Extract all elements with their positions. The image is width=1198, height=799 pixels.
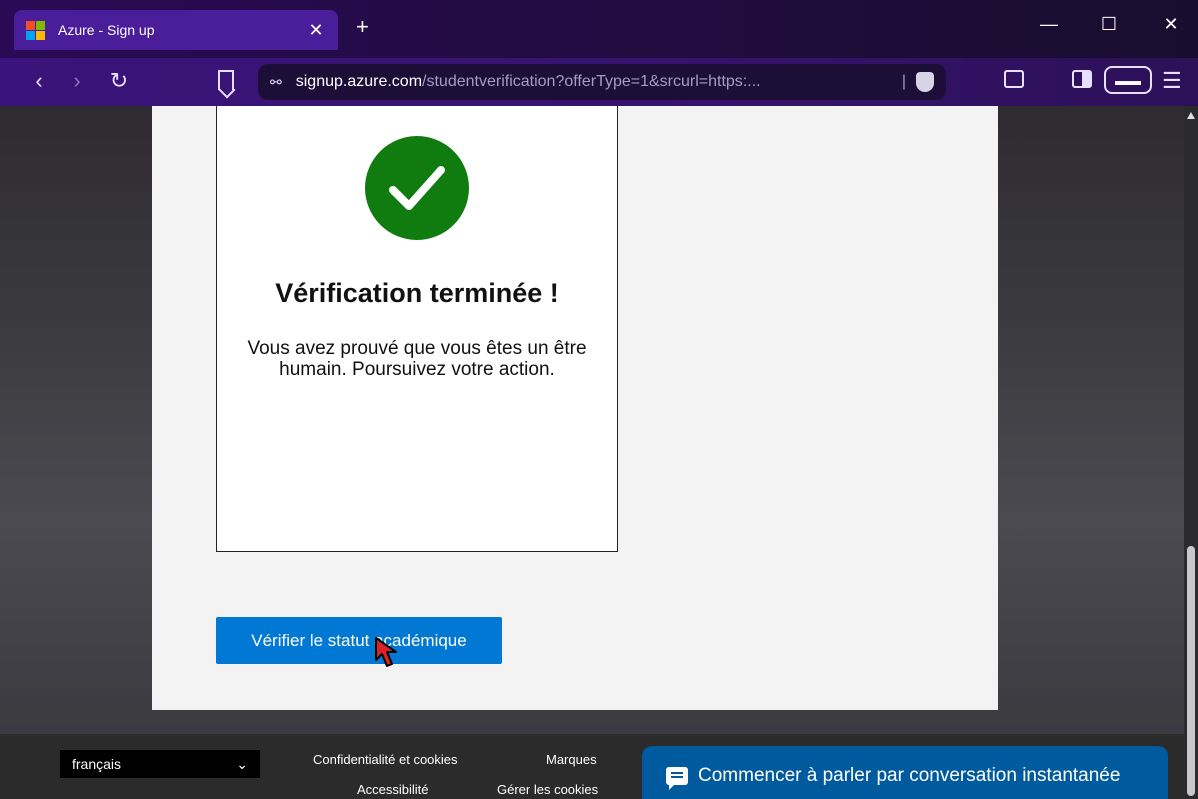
page-viewport: Vérification terminée ! Vous avez prouvé… <box>0 106 1198 799</box>
reload-button[interactable]: ↻ <box>106 68 132 94</box>
scrollbar-thumb[interactable] <box>1187 546 1195 796</box>
accessibility-link[interactable]: Accessibilité <box>357 782 429 797</box>
new-tab-button[interactable]: + <box>356 14 369 40</box>
mouse-cursor-icon <box>375 637 397 667</box>
scroll-up-icon[interactable] <box>1187 112 1195 119</box>
minimize-button[interactable]: — <box>1034 14 1064 35</box>
brave-shields-icon[interactable] <box>916 72 934 92</box>
site-settings-icon[interactable]: ⚯ <box>270 74 282 91</box>
browser-tab[interactable]: Azure - Sign up ✕ <box>14 10 338 50</box>
verification-box: Vérification terminée ! Vous avez prouvé… <box>216 106 618 552</box>
chat-button-label: Commencer à parler par conversation inst… <box>698 765 1121 786</box>
back-button[interactable]: ‹ <box>26 68 52 94</box>
browser-titlebar: Azure - Sign up ✕ + — ☐ ✕ <box>0 0 1198 58</box>
browser-toolbar: ‹ › ↻ ⚯ signup.azure.com /studentverific… <box>0 58 1198 106</box>
checkmark-icon <box>365 136 469 240</box>
trademarks-link[interactable]: Marques <box>546 752 597 767</box>
maximize-button[interactable]: ☐ <box>1094 14 1124 35</box>
url-path: /studentverification?offerType=1&srcurl=… <box>422 73 761 90</box>
bookmark-icon[interactable] <box>218 70 234 90</box>
chevron-down-icon: ⌄ <box>236 755 248 772</box>
privacy-cookies-link[interactable]: Confidentialité et cookies <box>313 752 458 767</box>
forward-button[interactable]: › <box>64 68 90 94</box>
scrollbar[interactable] <box>1184 106 1198 799</box>
verification-title: Vérification terminée ! <box>275 278 559 308</box>
manage-cookies-link[interactable]: Gérer les cookies <box>497 782 598 797</box>
microsoft-logo-icon <box>26 21 45 40</box>
signup-panel: Vérification terminée ! Vous avez prouvé… <box>152 106 998 710</box>
close-window-button[interactable]: ✕ <box>1156 14 1186 35</box>
page-footer: français ⌄ Confidentialité et cookies Ma… <box>0 734 1184 799</box>
verification-message: Vous avez prouvé que vous êtes un être h… <box>247 338 587 380</box>
verify-academic-status-button[interactable]: Vérifier le statut académique <box>216 617 502 664</box>
menu-icon[interactable]: ☰ <box>1162 68 1182 94</box>
start-chat-button[interactable]: Commencer à parler par conversation inst… <box>642 746 1168 799</box>
url-host: signup.azure.com <box>295 73 423 90</box>
private-glasses-icon[interactable]: ▬▬ <box>1104 66 1152 94</box>
tab-close-icon[interactable]: ✕ <box>306 20 326 41</box>
language-value: français <box>72 756 122 772</box>
chat-icon <box>666 767 688 790</box>
url-separator: | <box>901 73 906 90</box>
tab-title: Azure - Sign up <box>58 22 155 38</box>
language-select[interactable]: français ⌄ <box>60 750 260 778</box>
reader-mode-icon[interactable] <box>1004 70 1024 88</box>
address-bar[interactable]: ⚯ signup.azure.com /studentverification?… <box>258 64 946 100</box>
sidebar-icon[interactable] <box>1072 70 1092 88</box>
